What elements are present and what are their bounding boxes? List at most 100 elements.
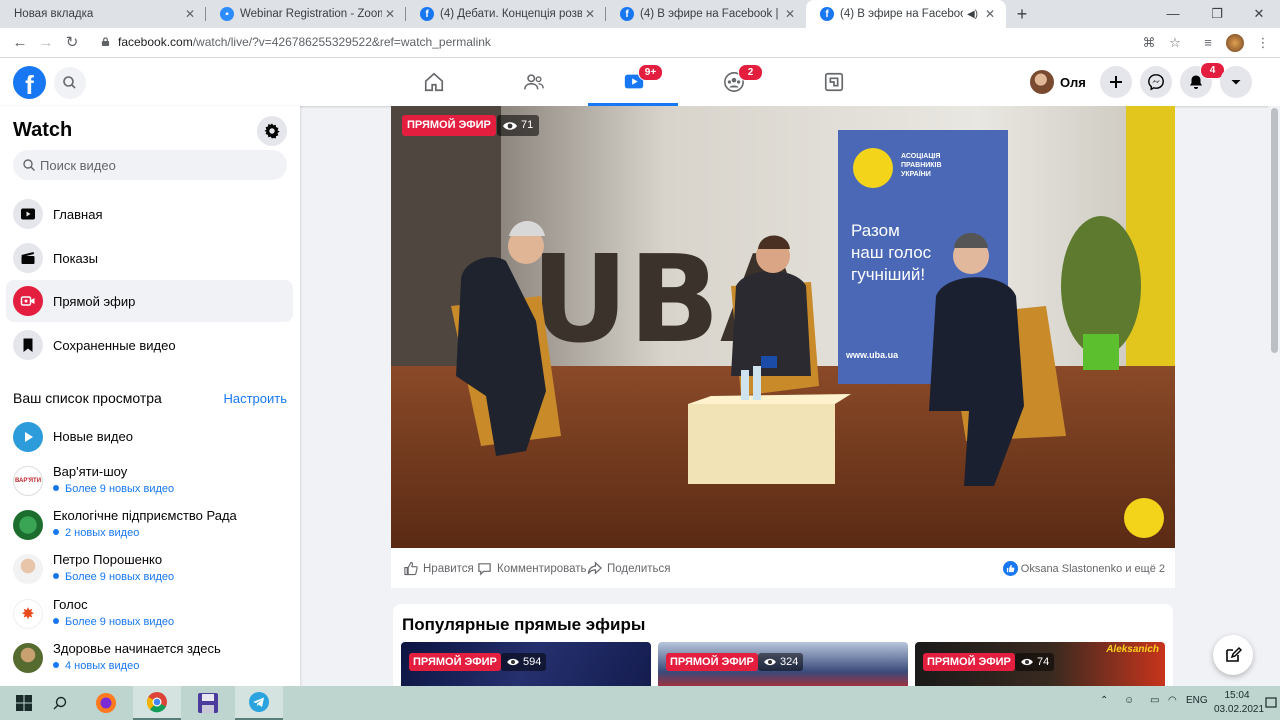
watchlist-item[interactable]: ✸ Голос Более 9 новых видео xyxy=(13,596,293,636)
chrome-app[interactable] xyxy=(133,686,181,720)
sidebar-item-shows[interactable]: Показы xyxy=(6,237,293,279)
watchlist-item[interactable]: Здоровье начинается здесь 4 новых видео xyxy=(13,640,293,680)
clock[interactable]: 15:04 03.02.2021 xyxy=(1214,689,1264,717)
live-badge: ПРЯМОЙ ЭФИР xyxy=(923,653,1015,671)
live-video-player[interactable]: UBA АСОЦІАЦІЯ ПРАВНИКІВ УКРАЇНИ Разом на… xyxy=(391,106,1175,548)
create-button[interactable] xyxy=(1100,66,1132,98)
watchlist-new-count: Более 9 новых видео xyxy=(53,483,174,495)
speaker-icon[interactable]: ◀) xyxy=(967,9,978,20)
nav-groups[interactable]: 2 xyxy=(688,58,778,106)
viewer-count: 324 xyxy=(758,653,804,671)
thumbs-up-icon xyxy=(404,561,418,576)
zoom-icon: ▪ xyxy=(220,7,234,21)
watchlist-name: Голос xyxy=(53,597,88,612)
chevron-up-icon[interactable]: ⌃ xyxy=(1100,695,1108,706)
lock-icon xyxy=(101,37,110,46)
notification-center-icon[interactable] xyxy=(1262,686,1280,720)
live-thumbnail[interactable]: ПРЯМОЙ ЭФИР 594 xyxy=(401,642,651,686)
video-search-input[interactable]: Поиск видео xyxy=(13,150,287,180)
video-frame: UBA АСОЦІАЦІЯ ПРАВНИКІВ УКРАЇНИ Разом на… xyxy=(391,106,1175,548)
search-placeholder: Поиск видео xyxy=(40,158,116,173)
nav-gaming[interactable] xyxy=(788,58,878,106)
live-thumbnail[interactable]: ПРЯМОЙ ЭФИР 74 Aleksanich xyxy=(915,642,1165,686)
nav-home[interactable] xyxy=(388,58,478,106)
account-menu-button[interactable] xyxy=(1220,66,1252,98)
extension-avatar-icon[interactable] xyxy=(1226,34,1244,52)
translate-icon[interactable]: ⌘ xyxy=(1140,34,1158,52)
tab-title: (4) Дебати. Концепція розвитку xyxy=(440,8,582,20)
svg-text:УКРАЇНИ: УКРАЇНИ xyxy=(901,170,931,178)
menu-dots-icon[interactable]: ⋮ xyxy=(1254,34,1272,52)
wifi-icon[interactable]: ◠ xyxy=(1168,695,1177,706)
messenger-icon xyxy=(1148,74,1164,91)
maximize-button[interactable]: ❐ xyxy=(1196,0,1238,28)
telegram-app[interactable] xyxy=(235,686,283,720)
chrome-icon xyxy=(146,692,167,713)
save-app[interactable] xyxy=(184,686,232,720)
people-icon[interactable]: ☺ xyxy=(1124,695,1134,706)
comment-button[interactable]: Комментировать xyxy=(477,561,587,576)
nav-friends[interactable] xyxy=(488,58,578,106)
browser-tab-active[interactable]: f (4) В эфире на Facebook | Fa ◀) ✕ xyxy=(806,0,1006,28)
watch-settings-button[interactable] xyxy=(257,116,287,146)
floppy-disk-icon xyxy=(198,693,218,713)
like-reaction-icon xyxy=(1002,561,1018,576)
close-icon[interactable]: ✕ xyxy=(982,7,998,21)
star-icon[interactable]: ☆ xyxy=(1166,34,1184,52)
watchlist-configure-link[interactable]: Настроить xyxy=(223,391,287,406)
new-message-button[interactable] xyxy=(1213,635,1253,675)
language-indicator[interactable]: ENG xyxy=(1186,695,1208,706)
close-icon[interactable]: ✕ xyxy=(382,7,398,21)
nav-watch[interactable]: 9+ xyxy=(588,58,678,106)
page-scrollbar[interactable] xyxy=(1268,106,1280,686)
taskbar-search-button[interactable] xyxy=(36,686,84,720)
windows-taskbar: ⌃ ☺ ▭ ◠ ENG 15:04 03.02.2021 xyxy=(0,686,1280,720)
sidebar-item-saved[interactable]: Сохраненные видео xyxy=(6,324,293,366)
sidebar-item-live[interactable]: Прямой эфир xyxy=(6,280,293,322)
profile-button[interactable]: Оля xyxy=(1030,69,1086,95)
watchlist-item[interactable]: Новые видео xyxy=(13,419,293,459)
sidebar-item-label: Прямой эфир xyxy=(53,294,136,309)
watchlist-item[interactable]: Петро Порошенко Более 9 новых видео xyxy=(13,551,293,591)
close-icon[interactable]: ✕ xyxy=(182,7,198,21)
browser-tab[interactable]: ▪ Webinar Registration - Zoom ✕ xyxy=(206,0,406,28)
browser-tab[interactable]: f (4) Дебати. Концепція розвитку ✕ xyxy=(406,0,606,28)
watchlist-item[interactable]: ВАР'ЯТИ Вар'яти-шоу Более 9 новых видео xyxy=(13,463,293,503)
address-bar[interactable]: facebook.com/watch/live/?v=4267862553295… xyxy=(118,35,491,49)
browser-toolbar: ← → ↻ facebook.com/watch/live/?v=4267862… xyxy=(0,28,1280,58)
sidebar-item-home[interactable]: Главная xyxy=(6,193,293,235)
viewer-count: 594 xyxy=(501,653,547,671)
firefox-app[interactable] xyxy=(82,686,130,720)
close-icon[interactable]: ✕ xyxy=(782,7,798,21)
like-button[interactable]: Нравится xyxy=(403,561,474,576)
battery-icon[interactable]: ▭ xyxy=(1150,695,1159,706)
reading-list-icon[interactable]: ≡ xyxy=(1199,34,1217,52)
channel-avatar xyxy=(13,554,43,584)
close-icon[interactable]: ✕ xyxy=(582,7,598,21)
messenger-button[interactable] xyxy=(1140,66,1172,98)
search-icon xyxy=(23,159,35,171)
search-button[interactable] xyxy=(54,67,86,99)
reload-icon[interactable]: ↻ xyxy=(61,32,83,54)
back-arrow-icon[interactable]: ← xyxy=(9,32,31,54)
share-icon xyxy=(587,561,602,575)
sidebar-item-label: Показы xyxy=(53,251,98,266)
watchlist-item[interactable]: Екологічне підприємство Рада 2 новых вид… xyxy=(13,507,293,547)
tab-title: Webinar Registration - Zoom xyxy=(240,8,382,20)
facebook-logo[interactable]: f xyxy=(13,66,46,99)
browser-tab[interactable]: f (4) В эфире на Facebook | Facebo ✕ xyxy=(606,0,806,28)
browser-tab[interactable]: Новая вкладка ✕ xyxy=(0,0,206,28)
forward-arrow-icon[interactable]: → xyxy=(35,32,57,54)
live-thumbnail[interactable]: ПРЯМОЙ ЭФИР 324 xyxy=(658,642,908,686)
window-close-button[interactable]: ✕ xyxy=(1238,0,1280,28)
url-path: /watch/live/?v=426786255329522&ref=watch… xyxy=(192,35,491,49)
clapper-icon xyxy=(13,243,43,273)
gaming-icon xyxy=(824,72,844,92)
share-button[interactable]: Поделиться xyxy=(587,561,671,576)
scrollbar-thumb[interactable] xyxy=(1271,108,1278,353)
reactions-summary[interactable]: Oksana Slastonenko и ещё 2 xyxy=(1002,561,1165,576)
notifications-button[interactable]: 4 xyxy=(1180,62,1225,98)
new-tab-button[interactable]: + xyxy=(1012,4,1032,24)
friends-icon xyxy=(524,74,544,90)
minimize-button[interactable]: — xyxy=(1152,0,1194,28)
